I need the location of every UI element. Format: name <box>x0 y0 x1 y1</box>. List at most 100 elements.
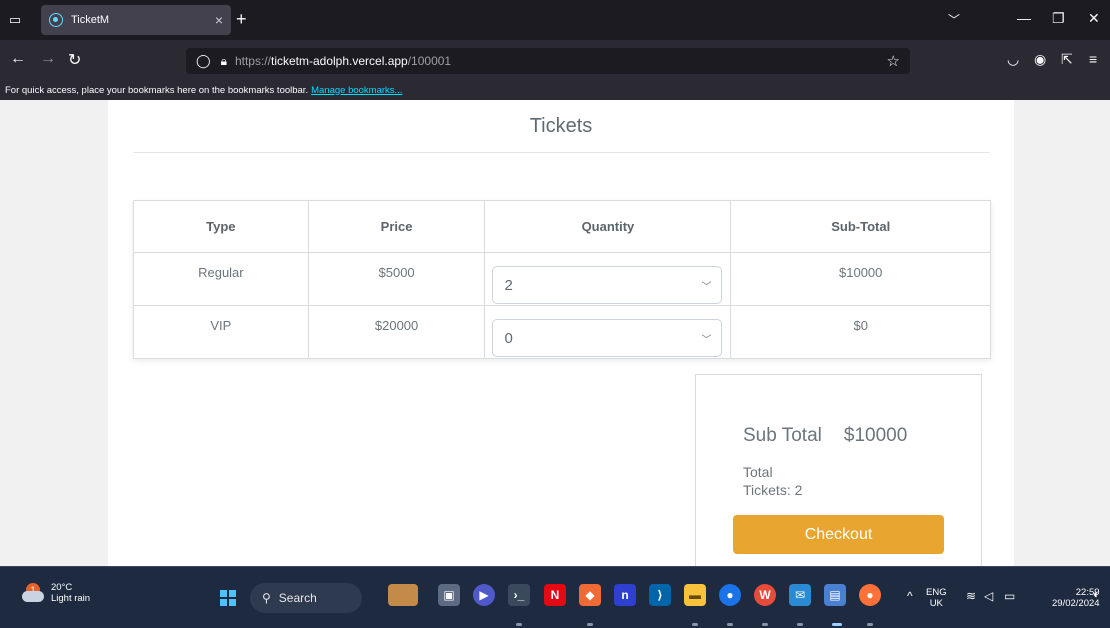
list-all-tabs-icon[interactable]: ﹀ <box>948 11 960 28</box>
bookmarks-toolbar: For quick access, place your bookmarks h… <box>0 80 1110 100</box>
reload-icon[interactable]: ↻ <box>68 50 81 70</box>
quantity-select[interactable]: 2 ﹀ <box>492 266 723 304</box>
address-bar[interactable]: ◯ 🔒︎ https://ticketm-adolph.vercel.app/1… <box>186 48 910 74</box>
minimize-icon[interactable]: — <box>1017 10 1031 26</box>
weather-desc: Light rain <box>51 593 91 604</box>
lock-icon[interactable]: 🔒︎ <box>221 54 227 69</box>
ticket-price: $5000 <box>307 252 486 306</box>
manage-bookmarks-link[interactable]: Manage bookmarks... <box>311 85 402 96</box>
vscode-icon[interactable]: ⟩ <box>649 584 671 606</box>
taskbar-search[interactable]: ⚲ Search <box>250 583 362 613</box>
tab-list-icon[interactable]: ▭ <box>0 0 30 40</box>
quantity-cell: 2 ﹀ <box>484 252 732 306</box>
ticket-subtotal: $0 <box>730 305 991 359</box>
mail-icon[interactable]: ✉ <box>789 584 811 606</box>
total-tickets: Total Tickets: 2 <box>743 464 803 498</box>
quantity-value: 2 <box>504 276 513 294</box>
tickets-table: Type Price Quantity Sub-Total Regular $5… <box>133 200 991 359</box>
sub-total-line: Sub Total $10000 <box>743 425 907 447</box>
react-favicon-icon <box>49 13 63 27</box>
header-subtotal: Sub-Total <box>730 200 991 253</box>
bookmarks-hint: For quick access, place your bookmarks h… <box>5 84 309 96</box>
checkout-button[interactable]: Checkout <box>733 515 944 554</box>
battery-icon[interactable]: ▭ <box>1004 589 1015 603</box>
active-indicator <box>832 623 842 626</box>
order-summary-card: Sub Total $10000 Total Tickets: 2 Checkou… <box>695 374 982 566</box>
ticket-price: $20000 <box>307 305 486 359</box>
header-type: Type <box>133 200 309 253</box>
weather-widget[interactable]: 1 20°C Light rain <box>22 582 90 604</box>
terminal-icon[interactable]: ›_ <box>508 584 530 606</box>
widgets-icon[interactable] <box>388 584 418 606</box>
bookmark-star-icon[interactable]: ☆ <box>887 52 900 70</box>
running-indicator <box>797 623 803 626</box>
search-label: Search <box>278 591 317 605</box>
running-indicator <box>692 623 698 626</box>
windows-start-icon[interactable] <box>220 590 236 606</box>
file-explorer-icon[interactable]: ▬ <box>684 584 706 606</box>
running-indicator <box>587 623 593 626</box>
weather-text: 20°C Light rain <box>51 582 90 604</box>
quantity-value: 0 <box>504 329 513 347</box>
new-tab-button[interactable]: + <box>236 9 247 30</box>
page-title: Tickets <box>529 115 593 137</box>
back-icon[interactable]: ← <box>10 50 26 68</box>
running-indicator <box>762 623 768 626</box>
close-window-icon[interactable]: ✕ <box>1088 10 1100 27</box>
table-row: Regular $5000 2 ﹀ $10000 <box>133 252 991 306</box>
ticket-type: Regular <box>133 252 309 306</box>
lang-region: UK <box>929 598 943 609</box>
chevron-down-icon: ﹀ <box>701 281 712 293</box>
browser-tab[interactable]: TicketM × <box>41 5 231 35</box>
running-indicator <box>516 623 522 626</box>
cloud-shape <box>22 591 44 602</box>
pocket-icon[interactable]: ◡ <box>1007 51 1019 68</box>
menu-icon[interactable]: ≡ <box>1089 51 1097 67</box>
running-indicator <box>727 623 733 626</box>
netflix-icon[interactable]: N <box>544 584 566 606</box>
n-app-icon[interactable]: n <box>614 584 636 606</box>
table-row: VIP $20000 0 ﹀ $0 <box>133 305 991 359</box>
page-container: Tickets Type Price Quantity Sub-Total Re… <box>108 100 1014 566</box>
volume-icon[interactable]: ◁ <box>984 589 993 603</box>
extensions-icon[interactable]: ⇱ <box>1061 51 1073 68</box>
office-icon[interactable]: W <box>754 584 776 606</box>
quantity-cell: 0 ﹀ <box>484 305 732 359</box>
title-divider <box>133 152 990 153</box>
notepad-icon[interactable]: ▤ <box>824 584 846 606</box>
firefox-icon[interactable]: ● <box>859 584 881 606</box>
header-quantity: Quantity <box>484 200 732 253</box>
task-view-icon[interactable]: ▣ <box>438 584 460 606</box>
weather-temp: 20°C <box>51 582 73 593</box>
sub-total-label: Sub Total <box>743 425 822 446</box>
running-indicator <box>867 623 873 626</box>
tracking-shield-icon[interactable]: ◯ <box>196 53 211 69</box>
tab-title: TicketM <box>71 14 110 26</box>
url-scheme: https:// <box>234 54 271 68</box>
windows-taskbar: 1 20°C Light rain ⚲ Search ▣ ▶ ›_ N ◆ n … <box>0 566 1110 628</box>
browser-tab-bar: ▭ TicketM × + ﹀ — ❐ ✕ <box>0 0 1110 40</box>
chevron-down-icon: ﹀ <box>701 334 712 346</box>
header-price: Price <box>307 200 486 253</box>
notifications-icon[interactable]: ◐ <box>1093 587 1100 601</box>
chrome-icon[interactable]: ● <box>719 584 741 606</box>
url-path: /100001 <box>407 54 452 68</box>
lang-code: ENG <box>926 587 947 598</box>
url-host: ticketm-adolph.vercel.app <box>270 54 408 68</box>
forward-icon[interactable]: → <box>40 50 56 68</box>
sub-total-value: $10000 <box>843 425 908 446</box>
table-header-row: Type Price Quantity Sub-Total <box>133 200 991 253</box>
ticket-subtotal: $10000 <box>730 252 991 306</box>
tab-close-icon[interactable]: × <box>215 12 223 28</box>
quantity-select[interactable]: 0 ﹀ <box>492 319 723 357</box>
restore-icon[interactable]: ❐ <box>1052 10 1065 27</box>
show-hidden-icons-chevron[interactable]: ^ <box>907 589 913 603</box>
account-icon[interactable]: ◉ <box>1034 51 1046 68</box>
ticket-type: VIP <box>133 305 309 359</box>
weather-rain-icon: 1 <box>22 583 46 603</box>
wifi-icon[interactable]: ≋ <box>966 589 976 603</box>
language-indicator[interactable]: ENG UK <box>926 587 947 609</box>
meet-icon[interactable]: ▶ <box>473 584 495 606</box>
app-orange-icon[interactable]: ◆ <box>579 584 601 606</box>
search-icon: ⚲ <box>262 591 271 605</box>
